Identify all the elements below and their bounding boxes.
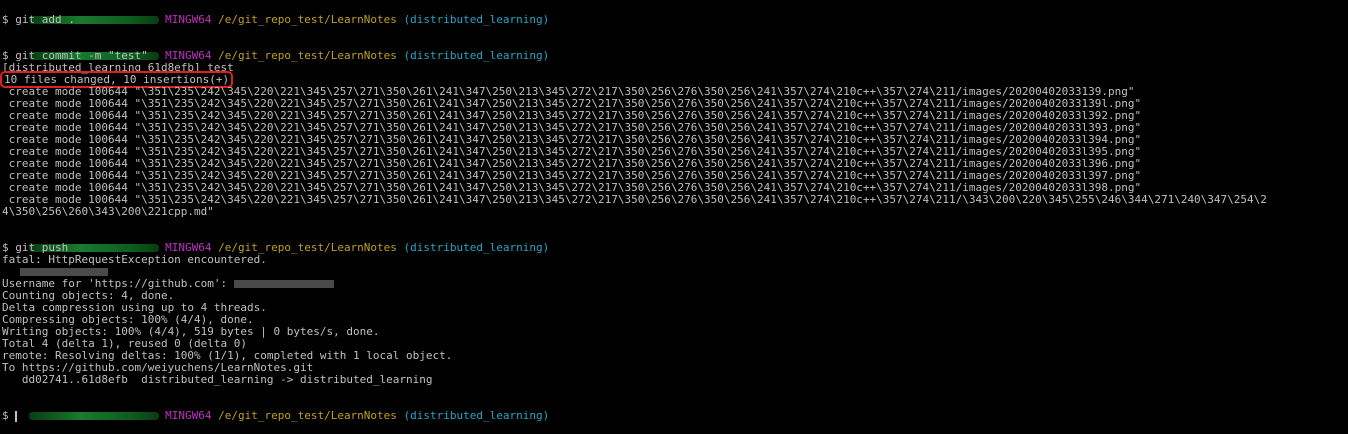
shell-prompt: $: [2, 409, 16, 422]
push-output-line: dd02741..61d8efb distributed_learning ->…: [2, 373, 433, 386]
terminal-window[interactable]: MINGW64 /e/git_repo_test/LearnNotes (dis…: [0, 0, 1348, 427]
redacted-text: [20, 268, 108, 276]
prompt-line-1: MINGW64 /e/git_repo_test/LearnNotes (dis…: [2, 2, 549, 26]
prompt-line-3: MINGW64 /e/git_repo_test/LearnNotes (dis…: [2, 230, 549, 254]
command-git-add: $ git add .: [2, 13, 75, 26]
redacted-user-host: [28, 412, 159, 420]
text-cursor: [15, 410, 18, 422]
prompt-line-4: MINGW64 /e/git_repo_test/LearnNotes (dis…: [2, 398, 549, 422]
create-mode-line-wrap: 4\350\256\260\343\200\221cpp.md": [2, 205, 214, 218]
fatal-message: fatal: HttpRequestException encountered.: [2, 253, 267, 266]
redacted-username: [233, 280, 334, 288]
command-input-line[interactable]: $: [2, 409, 18, 422]
